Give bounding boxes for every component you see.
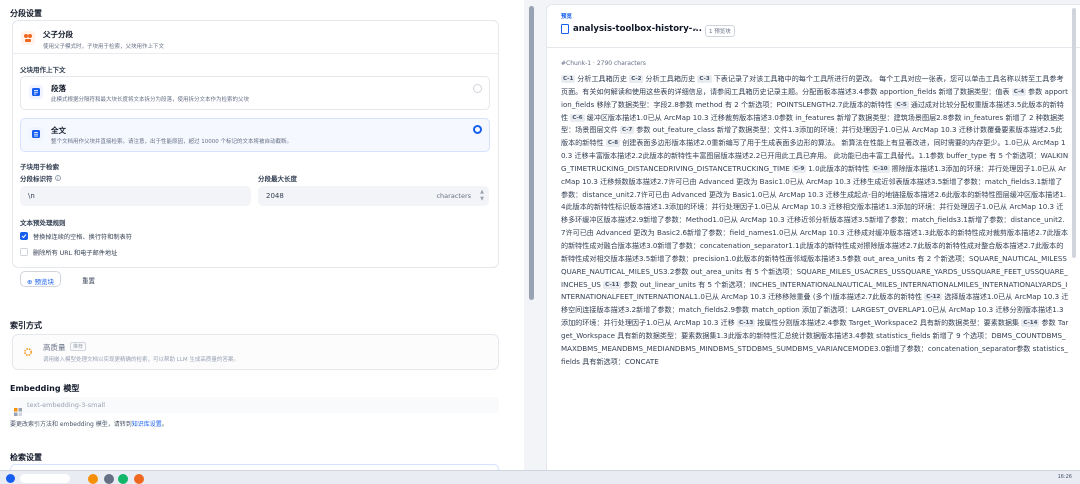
document-icon: [561, 24, 569, 34]
chunk-tag: C-8: [605, 139, 621, 148]
start-icon[interactable]: [6, 474, 15, 483]
separator-label: 分段标识符 i: [20, 173, 61, 183]
embedding-model-name: text-embedding-3-small: [27, 401, 106, 409]
rule2-label: 删除所有 URL 和电子邮件地址: [33, 250, 118, 257]
preview-tag: 预览: [561, 14, 573, 20]
chunk-text: 1.0此版本的新特性: [808, 163, 872, 173]
recommended-badge: 推荐: [70, 342, 87, 351]
paragraph-icon: [29, 85, 43, 99]
rule2-checkbox[interactable]: [20, 248, 28, 256]
preprocess-label: 文本预处理规则: [20, 219, 66, 227]
kb-settings-link[interactable]: 知识库设置: [132, 421, 162, 428]
taskbar: 16:26: [0, 470, 1080, 484]
rule1-checkbox[interactable]: [20, 232, 28, 240]
right-scrollbar-thumb[interactable]: [1072, 8, 1076, 258]
app-window: 分段设置 父子分段 使用父子模式时，子块用于检索，父块用作上下文 父块用作上下文…: [0, 0, 1080, 484]
app-icon-1[interactable]: [88, 474, 98, 484]
retrieval-title: 检索设置: [10, 453, 42, 462]
hq-desc: 调用嵌入模型处理文档以实现更精确的检索，可以帮助 LLM 生成高质量的答案。: [43, 357, 239, 363]
chunk-tag: C-3: [697, 75, 712, 83]
child-retrieval-label: 子块用于检索: [20, 163, 59, 171]
parent-child-icon: [21, 31, 35, 45]
preview-count-badge: 1 预览块: [705, 25, 735, 37]
clock: 16:26: [1057, 474, 1072, 480]
taskbar-search[interactable]: [20, 474, 70, 483]
app-icon-4[interactable]: [134, 474, 144, 484]
reset-button[interactable]: 重置: [82, 275, 95, 285]
chunk-tag: C-13: [737, 319, 756, 328]
chunk-text: 擦除版本描述1.3添加的环境：并行处理因子1.0已从 ArcMap 10.3 迁…: [561, 163, 1068, 289]
paragraph-title: 段落: [51, 84, 66, 93]
left-scrollbar-thumb[interactable]: [529, 6, 534, 300]
chunk-text: 按属性分割版本描述2.4参数 Target_Workspace2 具有新的数据类…: [757, 318, 1022, 328]
maxlen-unit: characters: [436, 192, 471, 200]
preview-chunk-label: 预览块: [34, 278, 55, 286]
chunk-tag: C-7: [620, 126, 635, 135]
embedding-title: Embedding 模型: [10, 384, 80, 393]
paragraph-radio[interactable]: [473, 84, 482, 93]
chunk-text: 分析工具箱历史: [577, 74, 630, 83]
parent-context-label: 父块用作上下文: [20, 66, 66, 74]
maxlen-input[interactable]: 2048 characters ▲ ▼: [258, 186, 489, 206]
chunk-tag: C-5: [894, 100, 909, 109]
chunk-tag: C-14: [1021, 319, 1040, 328]
divider: [547, 47, 1080, 48]
separator-input[interactable]: \n: [20, 186, 251, 206]
search-icon: ⊕: [27, 278, 33, 286]
chunk-chars: 2790 characters: [596, 60, 646, 67]
chunk-tag: C-1: [561, 75, 576, 83]
chunk-tag: C-2: [629, 75, 644, 83]
fulltext-icon: [29, 127, 43, 141]
model-icon: [14, 401, 22, 416]
rule1-label: 替换掉连续的空格、换行符和制表符: [33, 234, 132, 241]
option-fulltext[interactable]: 全文 整个文档用作父块并直接检索。请注意，出于性能原因，超过 10000 个标记…: [20, 118, 490, 152]
section-chunking-title: 分段设置: [10, 9, 42, 18]
chunk-tag: C-10: [871, 164, 890, 173]
paragraph-desc: 此模式根据分隔符和最大块长度将文本拆分为段落，使用拆分文本作为检索的父块: [51, 97, 250, 103]
chunk-tag: C-6: [570, 113, 585, 122]
document-title[interactable]: analysis-toolbox-history-...: [573, 24, 702, 34]
parent-child-desc: 使用父子模式时，子块用于检索，父块用作上下文: [43, 44, 165, 50]
embedding-note-text: 要更改索引方法和 embedding 模型，请转到: [10, 421, 132, 428]
fulltext-radio[interactable]: [473, 125, 482, 134]
embedding-note: 要更改索引方法和 embedding 模型，请转到知识库设置。: [10, 419, 168, 428]
separator-label-text: 分段标识符: [20, 175, 53, 183]
embedding-model-field: text-embedding-3-small: [10, 397, 499, 416]
maxlen-value: 2048: [266, 192, 284, 200]
option-paragraph[interactable]: 段落 此模式根据分隔符和最大块长度将文本拆分为段落，使用拆分文本作为检索的父块: [20, 76, 490, 110]
chunk-tag: C-12: [924, 293, 943, 302]
chunk-content: C-1 分析工具箱历史 C-2 分析工具箱历史 C-3 下表记录了对该工具箱中的每个工…: [561, 73, 1069, 368]
hq-title: 高质量: [43, 343, 66, 352]
chunk-meta: #Chunk-1 · 2790 characters: [561, 60, 646, 67]
settings-panel: 分段设置 父子分段 使用父子模式时，子块用于检索，父块用作上下文 父块用作上下文…: [0, 0, 524, 470]
chunk-tag: C-4: [1011, 87, 1027, 96]
sparkle-icon: [21, 345, 35, 359]
preview-chunk-button[interactable]: ⊕ 预览块: [20, 271, 62, 287]
app-icon-3[interactable]: [118, 474, 128, 484]
chunk-id: Chunk-1: [566, 60, 592, 67]
app-icon-2[interactable]: [104, 474, 114, 484]
embedding-note-end: 。: [161, 421, 168, 428]
divider: [12, 53, 499, 54]
index-method-title: 索引方式: [10, 321, 42, 330]
maxlen-label: 分段最大长度: [258, 175, 297, 183]
chunk-tag: C-9: [792, 164, 807, 173]
stepper-icon[interactable]: ▲ ▼: [480, 189, 484, 203]
preview-panel: 预览 analysis-toolbox-history-... ⌄ 1 预览块 …: [546, 4, 1080, 470]
info-icon: i: [54, 175, 61, 181]
chunk-text: 分析工具箱历史: [645, 74, 698, 83]
fulltext-desc: 整个文档用作父块并直接检索。请注意，出于性能原因，超过 10000 个标记的文本…: [51, 139, 292, 145]
fulltext-title: 全文: [51, 126, 66, 135]
chevron-down-icon[interactable]: ⌄: [692, 24, 698, 32]
high-quality-card[interactable]: 高质量 推荐 调用嵌入模型处理文档以实现更精确的检索，可以帮助 LLM 生成高质…: [12, 334, 499, 370]
parent-child-title: 父子分段: [43, 30, 73, 39]
chunk-tag: C-11: [603, 280, 622, 289]
